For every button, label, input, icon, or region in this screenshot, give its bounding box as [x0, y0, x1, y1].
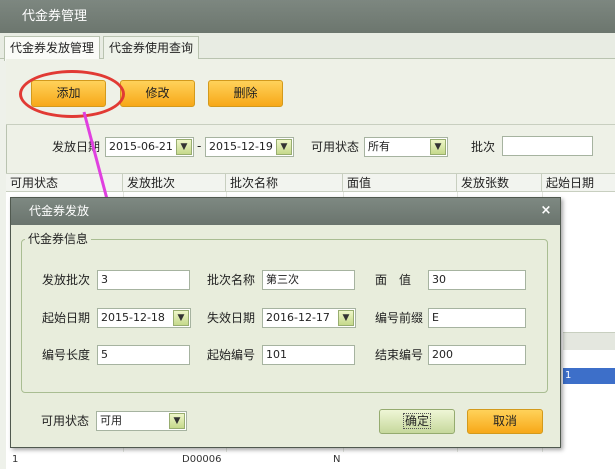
batch-name-label: 批次名称	[207, 273, 256, 287]
window-title: 代金券管理	[0, 0, 615, 33]
face-value-input[interactable]: 30	[428, 270, 526, 290]
batch-filter-label: 批次	[471, 140, 496, 154]
prefix-label: 编号前缀	[375, 311, 424, 325]
status-filter-value: 所有	[368, 140, 390, 153]
ok-button[interactable]: 确定	[379, 409, 455, 434]
end-no-label: 结束编号	[375, 348, 424, 362]
start-date-value: 2015-12-18	[101, 311, 165, 324]
status-filter-select[interactable]: 所有 ▼	[364, 137, 448, 157]
voucher-issue-dialog: 代金券发放 × 代金券信息 发放批次 3 批次名称 第三次 面 值 30 起始日…	[10, 197, 561, 448]
code-length-label: 编号长度	[42, 348, 91, 362]
edit-button[interactable]: 修改	[120, 80, 195, 107]
status-select[interactable]: 可用 ▼	[96, 411, 187, 431]
code-length-input[interactable]: 5	[97, 345, 190, 365]
expire-date-picker[interactable]: 2016-12-17 ▼	[262, 308, 356, 328]
date-from-value: 2015-06-21	[109, 140, 173, 153]
start-date-picker[interactable]: 2015-12-18 ▼	[97, 308, 191, 328]
column-header[interactable]: 批次名称	[226, 174, 343, 193]
tab-issue-management[interactable]: 代金券发放管理	[4, 36, 101, 61]
face-value-label: 面 值	[375, 273, 412, 287]
status-label: 可用状态	[41, 414, 90, 428]
delete-button[interactable]: 删除	[208, 80, 283, 107]
batch-filter-input[interactable]	[502, 136, 593, 156]
batch-name-input[interactable]: 第三次	[262, 270, 355, 290]
status-value: 可用	[100, 414, 122, 427]
close-icon[interactable]: ×	[538, 202, 554, 220]
column-header[interactable]: 可用状态	[6, 174, 123, 193]
start-no-label: 起始编号	[207, 348, 256, 362]
expire-date-label: 失效日期	[207, 311, 256, 325]
chevron-down-icon[interactable]: ▼	[169, 413, 185, 429]
column-header[interactable]: 发放批次	[123, 174, 226, 193]
date-separator: -	[197, 139, 202, 153]
column-header[interactable]: 面值	[343, 174, 457, 193]
end-no-input[interactable]: 200	[428, 345, 526, 365]
chevron-down-icon[interactable]: ▼	[276, 139, 292, 155]
dialog-title: 代金券发放	[11, 198, 560, 225]
start-no-input[interactable]: 101	[262, 345, 355, 365]
row-cell: N	[333, 454, 341, 465]
issue-date-label: 发放日期	[52, 140, 101, 154]
column-header[interactable]: 发放张数	[457, 174, 542, 193]
grid-header-stub	[563, 332, 615, 350]
ok-label: 确定	[402, 413, 431, 429]
selected-cell[interactable]: 1	[563, 368, 615, 384]
start-date-label: 起始日期	[42, 311, 91, 325]
chevron-down-icon[interactable]: ▼	[173, 310, 189, 326]
tab-usage-query[interactable]: 代金券使用查询	[103, 36, 200, 60]
date-from-picker[interactable]: 2015-06-21 ▼	[105, 137, 194, 157]
status-filter-label: 可用状态	[311, 140, 360, 154]
chevron-down-icon[interactable]: ▼	[176, 139, 192, 155]
cancel-button[interactable]: 取消	[467, 409, 543, 434]
tab-bar: 代金券发放管理 代金券使用查询	[0, 33, 615, 61]
table-row[interactable]: 1 D00006 N	[6, 452, 615, 469]
row-cell: D00006	[182, 454, 222, 465]
grid-header: 可用状态 发放批次 批次名称 面值 发放张数 起始日期	[6, 173, 615, 193]
highlight-ellipse	[19, 70, 125, 118]
row-cell: 1	[12, 454, 19, 465]
chevron-down-icon[interactable]: ▼	[430, 139, 446, 155]
date-to-value: 2015-12-19	[209, 140, 273, 153]
date-to-picker[interactable]: 2015-12-19 ▼	[205, 137, 294, 157]
column-header[interactable]: 起始日期	[542, 174, 615, 193]
batch-label: 发放批次	[42, 273, 91, 287]
group-title: 代金券信息	[25, 232, 92, 246]
batch-input[interactable]: 3	[97, 270, 190, 290]
prefix-input[interactable]: E	[428, 308, 526, 328]
chevron-down-icon[interactable]: ▼	[338, 310, 354, 326]
expire-date-value: 2016-12-17	[266, 311, 330, 324]
